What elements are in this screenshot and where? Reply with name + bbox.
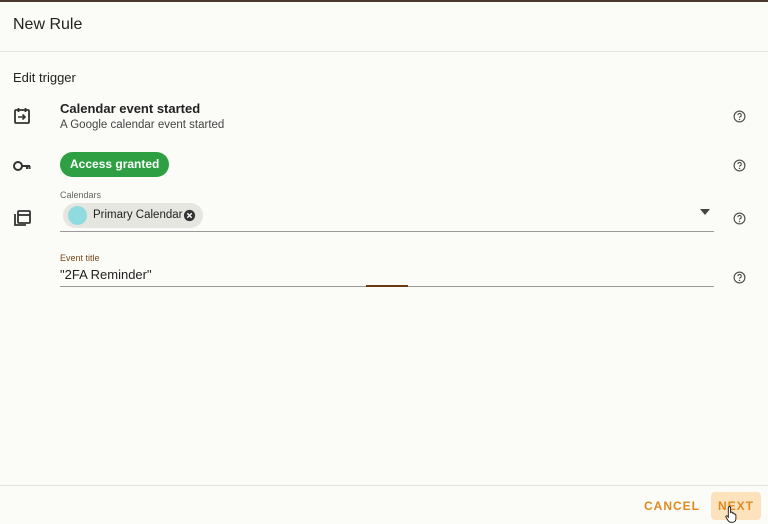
trigger-name: Calendar event started <box>60 101 201 116</box>
calendars-select[interactable]: Primary Calendar <box>60 203 714 232</box>
cancel-button[interactable]: CANCEL <box>644 499 700 513</box>
dialog-header: New Rule <box>0 2 768 52</box>
trigger-description: A Google calendar event started <box>60 119 225 131</box>
event-title-focus-indicator <box>366 285 408 287</box>
calendar-stack-icon <box>14 210 31 226</box>
access-granted-badge[interactable]: Access granted <box>60 152 170 177</box>
help-circle-icon[interactable] <box>733 212 746 225</box>
event-title-input[interactable]: "2FA Reminder" <box>60 267 152 282</box>
calendar-event-icon <box>14 108 30 124</box>
calendar-chip-primary[interactable]: Primary Calendar <box>63 203 203 228</box>
key-icon <box>13 161 31 171</box>
calendar-color-dot <box>68 206 87 225</box>
event-title-label: Event title <box>60 253 100 263</box>
help-circle-icon[interactable] <box>733 271 746 284</box>
remove-chip-icon[interactable] <box>183 209 196 222</box>
help-circle-icon[interactable] <box>733 159 746 172</box>
calendars-label: Calendars <box>60 190 102 200</box>
calendar-chip-label: Primary Calendar <box>93 209 183 221</box>
dialog-title: New Rule <box>13 16 83 33</box>
hand-pointer-cursor-icon <box>725 506 737 523</box>
help-circle-icon[interactable] <box>733 110 746 123</box>
section-label-edit-trigger: Edit trigger <box>13 70 76 85</box>
dropdown-arrow-icon[interactable] <box>700 209 710 215</box>
